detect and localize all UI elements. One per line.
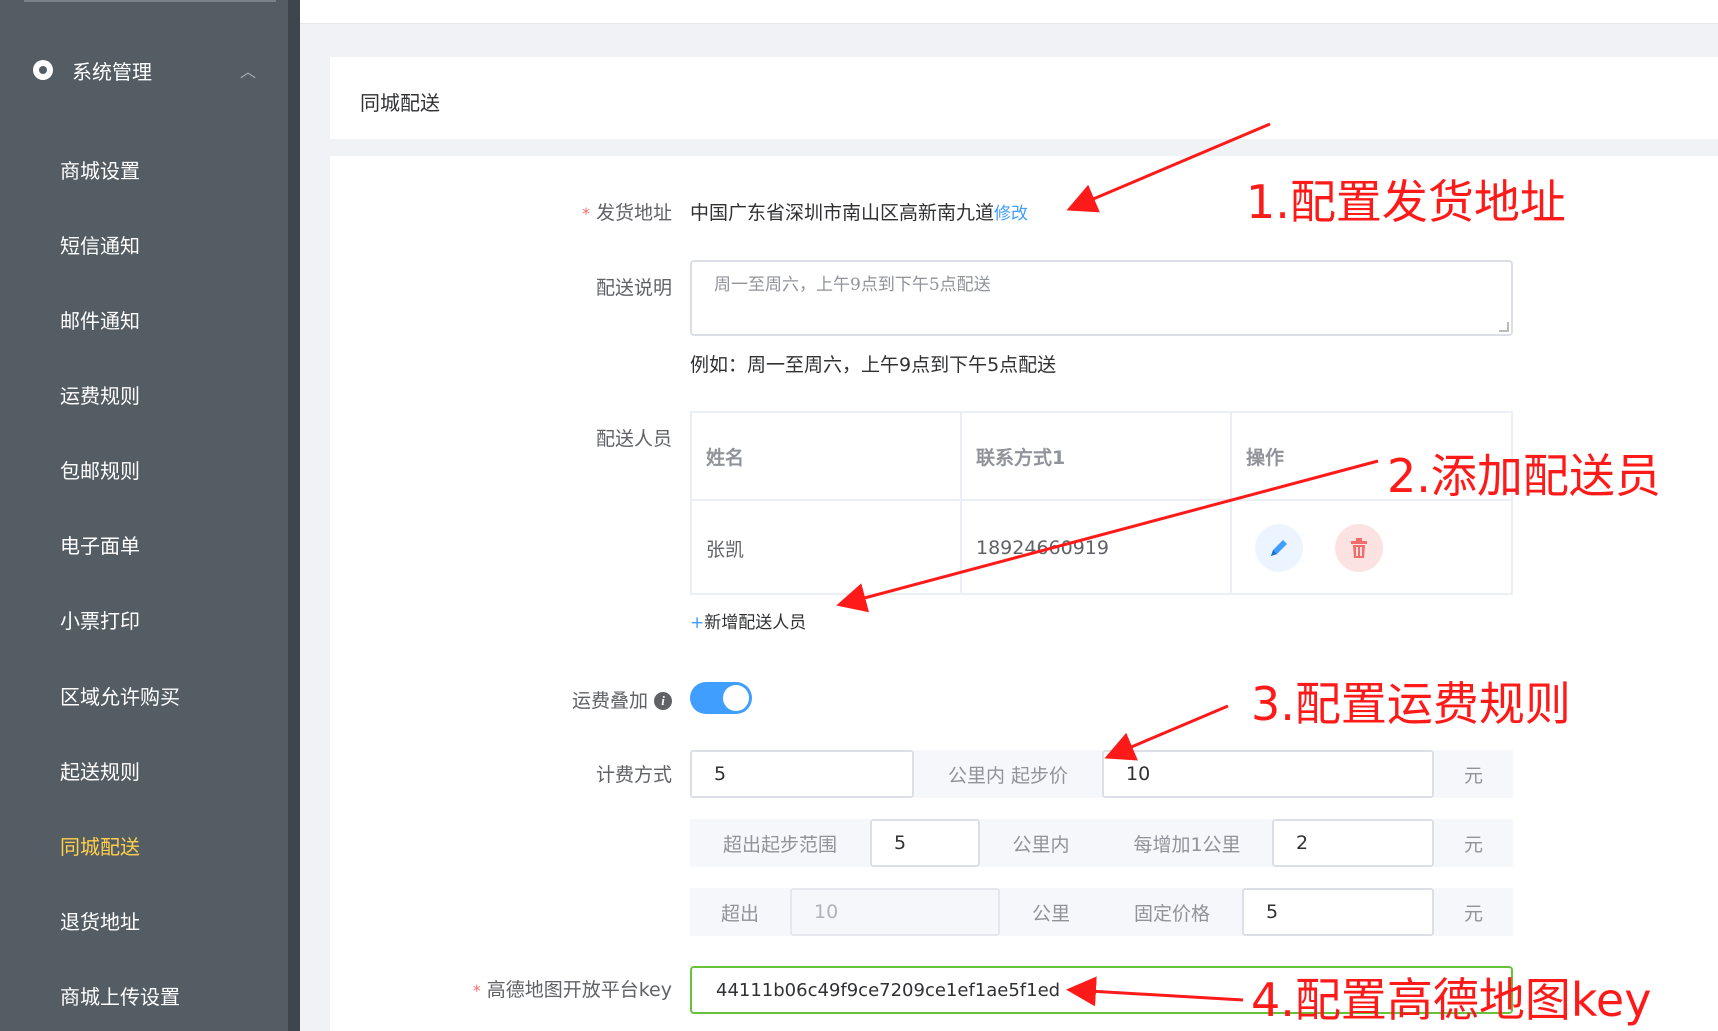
arrow-1 [1066, 122, 1271, 213]
annotation-arrows [836, 122, 1379, 1007]
arrow-4 [1066, 976, 1244, 1007]
annotation-step-1: 1.配置发货地址 [1246, 175, 1566, 229]
annotation-step-4: 4.配置高德地图key [1251, 973, 1652, 1027]
arrow-2 [836, 459, 1379, 613]
annotation-step-3: 3.配置运费规则 [1251, 677, 1571, 731]
annotation-step-2: 2.添加配送员 [1387, 449, 1661, 503]
arrow-3 [1104, 704, 1229, 761]
